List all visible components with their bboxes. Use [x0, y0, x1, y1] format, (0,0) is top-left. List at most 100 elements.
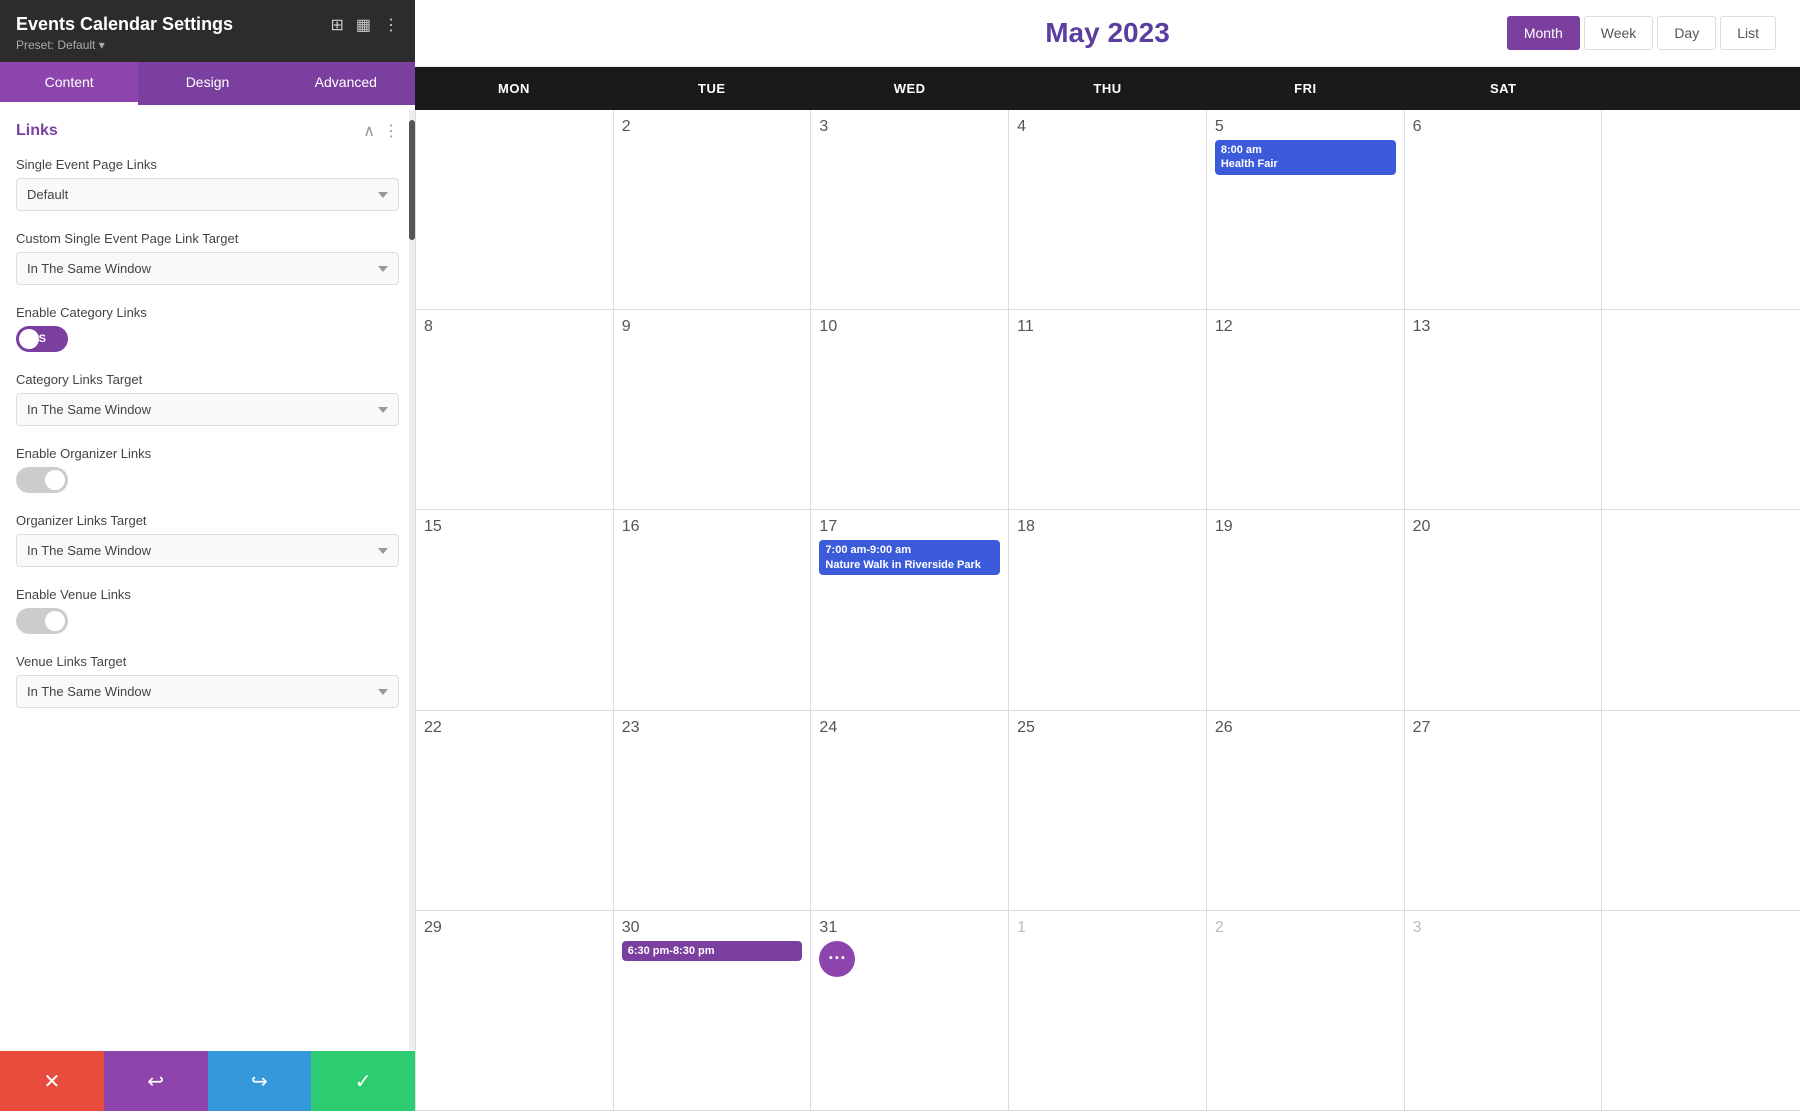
cal-cell-12[interactable]: 12	[1207, 310, 1405, 509]
collapse-icon[interactable]: ∧	[363, 121, 375, 141]
cell-date-25: 25	[1017, 719, 1198, 737]
cal-cell-2-june[interactable]: 2	[1207, 911, 1405, 1110]
cal-cell-24[interactable]: 24	[811, 711, 1009, 910]
organizer-links-target-select[interactable]: In The Same Window In A New Window	[16, 534, 399, 567]
section-header: Links ∧ ⋮	[16, 121, 399, 141]
calendar-days-header: MON TUE WED THU FRI SAT	[415, 67, 1800, 110]
calendar-body: 2 3 4 5 8:00 amHealth Fair 6 8 9 10 11 1…	[415, 110, 1800, 1111]
day-header-sat: SAT	[1404, 67, 1602, 110]
enable-category-links-label: Enable Category Links	[16, 305, 399, 320]
calendar-week-5: 29 30 6:30 pm-8:30 pm 31 ··· 1 2 3	[416, 911, 1800, 1111]
enable-organizer-links-label: Enable Organizer Links	[16, 446, 399, 461]
grid-icon[interactable]: ▦	[356, 15, 371, 35]
event-nature-walk[interactable]: 7:00 am-9:00 amNature Walk in Riverside …	[819, 540, 1000, 575]
cal-cell-9[interactable]: 9	[614, 310, 812, 509]
enable-organizer-links-toggle[interactable]: NO	[16, 467, 68, 493]
cal-cell-3-june[interactable]: 3	[1405, 911, 1603, 1110]
cal-cell-17[interactable]: 17 7:00 am-9:00 amNature Walk in Riversi…	[811, 510, 1009, 709]
cal-cell-20[interactable]: 20	[1405, 510, 1603, 709]
cal-cell-23[interactable]: 23	[614, 711, 812, 910]
nav-month-button[interactable]: Month	[1507, 16, 1580, 50]
cal-cell-16[interactable]: 16	[614, 510, 812, 709]
undo-button[interactable]: ↩	[104, 1051, 208, 1111]
cal-cell-26[interactable]: 26	[1207, 711, 1405, 910]
enable-category-links-field: Enable Category Links YES	[16, 305, 399, 352]
cal-cell-19[interactable]: 19	[1207, 510, 1405, 709]
day-header-tue: TUE	[613, 67, 811, 110]
day-header-thu: THU	[1009, 67, 1207, 110]
cell-date-10: 10	[819, 318, 1000, 336]
panel-tabs: Content Design Advanced	[0, 62, 415, 105]
panel-preset[interactable]: Preset: Default ▾	[16, 38, 399, 52]
nav-week-button[interactable]: Week	[1584, 16, 1654, 50]
cell-date-23: 23	[622, 719, 803, 737]
calendar-week-1: 2 3 4 5 8:00 amHealth Fair 6	[416, 110, 1800, 310]
cal-cell-15[interactable]: 15	[416, 510, 614, 709]
cal-cell-11[interactable]: 11	[1009, 310, 1207, 509]
cal-cell-10[interactable]: 10	[811, 310, 1009, 509]
enable-venue-links-toggle[interactable]: NO	[16, 608, 68, 634]
cell-date-20: 20	[1413, 518, 1594, 536]
cell-date-11: 11	[1017, 318, 1198, 336]
single-event-page-links-select[interactable]: Default Custom	[16, 178, 399, 211]
enable-category-links-toggle[interactable]: YES	[16, 326, 68, 352]
cell-date-13: 13	[1413, 318, 1594, 336]
cell-date-4: 4	[1017, 118, 1198, 136]
cal-cell-30[interactable]: 30 6:30 pm-8:30 pm	[614, 911, 812, 1110]
section-more-icon[interactable]: ⋮	[383, 121, 399, 141]
tab-advanced[interactable]: Advanced	[277, 62, 415, 105]
cell-date-8: 8	[424, 318, 605, 336]
cell-date-2: 2	[622, 118, 803, 136]
cell-date-27: 27	[1413, 719, 1594, 737]
scrollbar-track	[409, 110, 415, 1051]
cal-cell-3[interactable]: 3	[811, 110, 1009, 309]
bottom-bar: ✕ ↩ ↪ ✓	[0, 1051, 415, 1111]
cell-date-18: 18	[1017, 518, 1198, 536]
organizer-links-target-field: Organizer Links Target In The Same Windo…	[16, 513, 399, 567]
cal-cell-22[interactable]: 22	[416, 711, 614, 910]
enable-category-links-toggle-group: YES	[16, 326, 399, 352]
cal-cell-5[interactable]: 5 8:00 amHealth Fair	[1207, 110, 1405, 309]
cell-date-3-june: 3	[1413, 919, 1594, 937]
cell-date-19: 19	[1215, 518, 1396, 536]
nav-day-button[interactable]: Day	[1657, 16, 1716, 50]
cal-cell-8[interactable]: 8	[416, 310, 614, 509]
cal-cell-2[interactable]: 2	[614, 110, 812, 309]
expand-icon[interactable]: ⊞	[330, 15, 343, 35]
cal-cell-29[interactable]: 29	[416, 911, 614, 1110]
cal-cell-4[interactable]: 4	[1009, 110, 1207, 309]
cell-date-24: 24	[819, 719, 1000, 737]
tab-content[interactable]: Content	[0, 62, 138, 105]
redo-button[interactable]: ↪	[208, 1051, 312, 1111]
enable-venue-links-field: Enable Venue Links NO	[16, 587, 399, 634]
calendar-week-4: 22 23 24 25 26 27	[416, 711, 1800, 911]
single-event-page-links-label: Single Event Page Links	[16, 157, 399, 172]
event-630pm[interactable]: 6:30 pm-8:30 pm	[622, 941, 803, 961]
enable-organizer-links-toggle-group: NO	[16, 467, 399, 493]
cell-date-12: 12	[1215, 318, 1396, 336]
venue-links-target-select[interactable]: In The Same Window In A New Window	[16, 675, 399, 708]
nav-list-button[interactable]: List	[1720, 16, 1776, 50]
save-button[interactable]: ✓	[311, 1051, 415, 1111]
enable-venue-links-toggle-group: NO	[16, 608, 399, 634]
cal-cell-25[interactable]: 25	[1009, 711, 1207, 910]
event-health-fair[interactable]: 8:00 amHealth Fair	[1215, 140, 1396, 175]
more-events-dot[interactable]: ···	[819, 941, 855, 977]
scrollbar-thumb[interactable]	[409, 120, 415, 240]
cell-date-26: 26	[1215, 719, 1396, 737]
cell-date-3: 3	[819, 118, 1000, 136]
tab-design[interactable]: Design	[138, 62, 276, 105]
cal-cell-27[interactable]: 27	[1405, 711, 1603, 910]
cal-cell-31[interactable]: 31 ···	[811, 911, 1009, 1110]
cal-cell-6[interactable]: 6	[1405, 110, 1603, 309]
cal-cell-18[interactable]: 18	[1009, 510, 1207, 709]
cell-date-22: 22	[424, 719, 605, 737]
calendar-header: May 2023 Month Week Day List	[415, 0, 1800, 67]
custom-link-target-select[interactable]: In The Same Window In A New Window	[16, 252, 399, 285]
cal-cell-1-june[interactable]: 1	[1009, 911, 1207, 1110]
calendar-title: May 2023	[1045, 17, 1170, 49]
cal-cell-13[interactable]: 13	[1405, 310, 1603, 509]
category-links-target-select[interactable]: In The Same Window In A New Window	[16, 393, 399, 426]
more-icon[interactable]: ⋮	[383, 15, 399, 35]
cancel-button[interactable]: ✕	[0, 1051, 104, 1111]
